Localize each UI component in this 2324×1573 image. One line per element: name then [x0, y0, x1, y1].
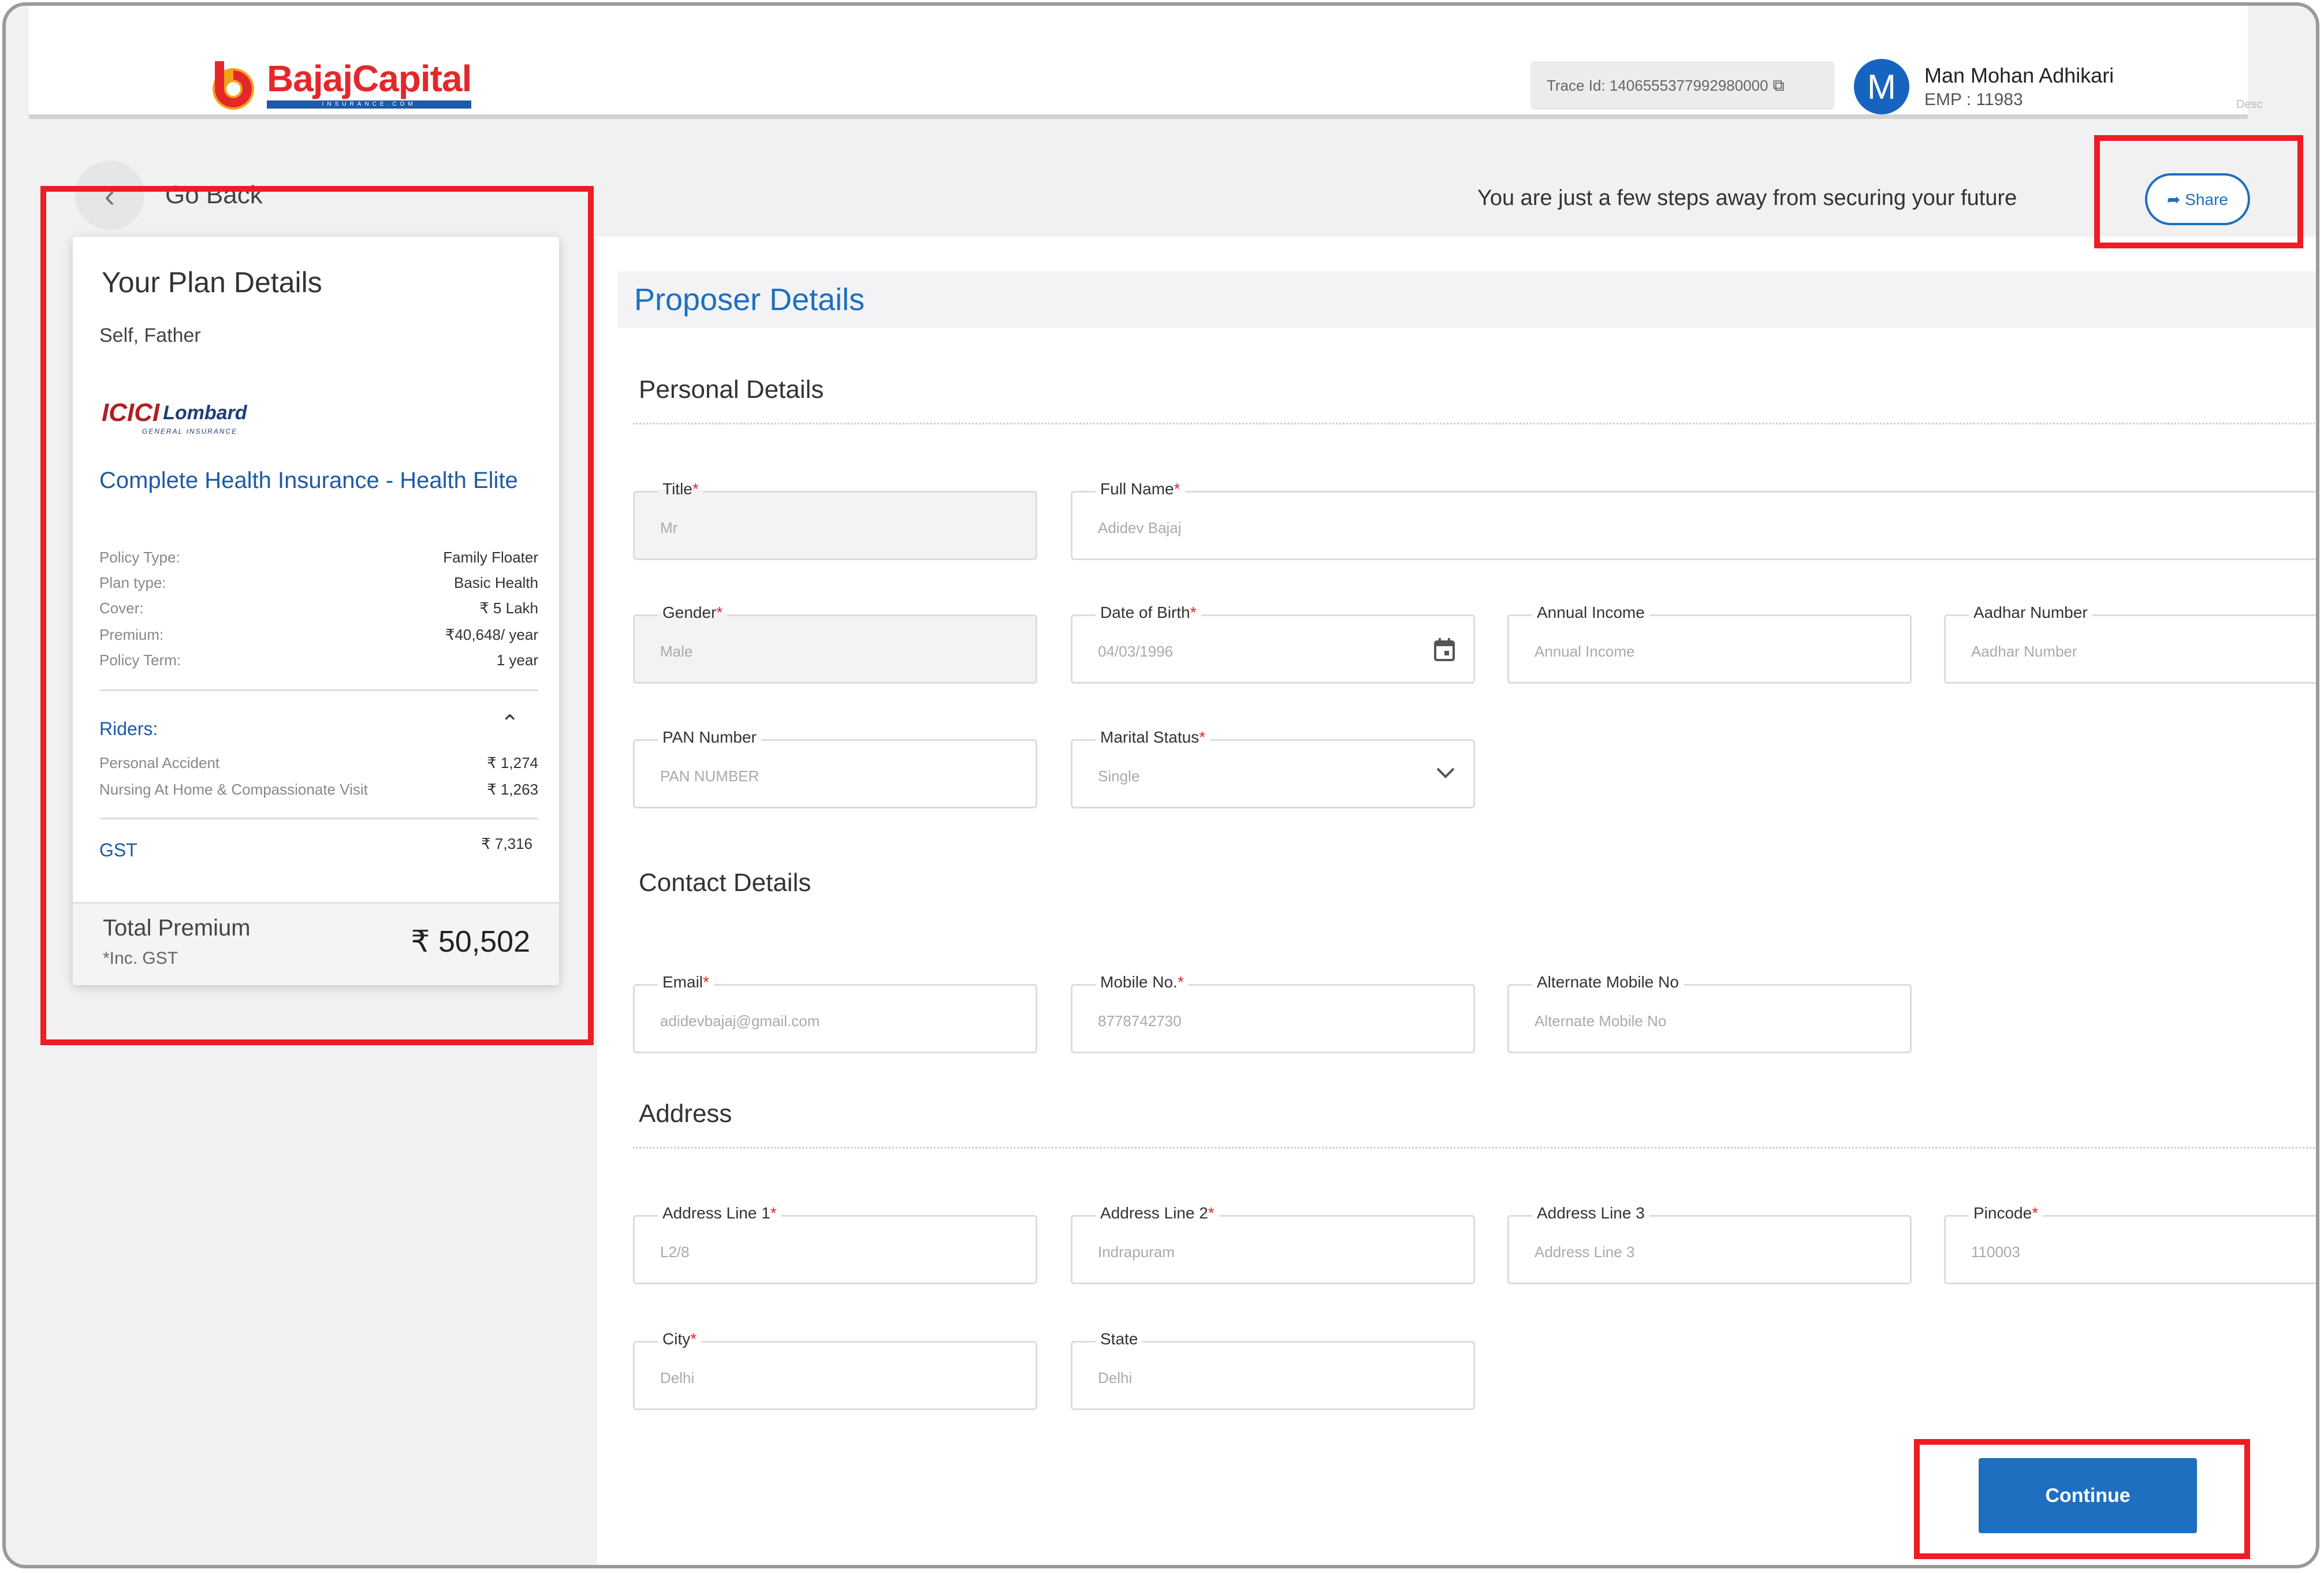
email-label: Email — [662, 973, 703, 991]
marital-status-value: Single — [1098, 767, 1140, 785]
dob-label: Date of Birth — [1100, 603, 1190, 621]
address-line-3-placeholder: Address Line 3 — [1535, 1243, 1635, 1261]
annual-income-field[interactable]: Annual Income Annual Income — [1507, 603, 1912, 684]
section-contact-details: Contact Details — [639, 868, 811, 897]
address-line-1-value: L2/8 — [660, 1243, 690, 1261]
avatar[interactable]: M — [1854, 59, 1909, 114]
state-label: State — [1096, 1330, 1143, 1348]
highlight-continue-button — [1914, 1439, 2250, 1559]
section-divider — [633, 1147, 2316, 1149]
address-line-2-label: Address Line 2 — [1100, 1204, 1208, 1222]
city-label: City — [662, 1330, 691, 1348]
highlight-share-button — [2094, 135, 2303, 248]
dob-field[interactable]: Date of Birth* 04/03/1996 — [1071, 603, 1475, 684]
city-value: Delhi — [660, 1369, 695, 1386]
address-line-3-field[interactable]: Address Line 3 Address Line 3 — [1507, 1204, 1912, 1284]
section-address: Address — [639, 1099, 732, 1128]
email-value: adidevbajaj@gmail.com — [660, 1012, 820, 1030]
header-right-hint: Desc — [2236, 98, 2263, 111]
address-line-2-value: Indrapuram — [1098, 1243, 1175, 1261]
top-header: BajajCapital INSURANCE.COM Trace Id: 140… — [29, 6, 2263, 119]
pincode-field[interactable]: Pincode* 110003 — [1944, 1204, 2316, 1284]
title-label: Title — [662, 480, 692, 498]
aadhar-placeholder: Aadhar Number — [1971, 643, 2077, 660]
annual-income-placeholder: Annual Income — [1535, 643, 1635, 660]
trace-id-badge[interactable]: Trace Id: 1406555377992980000 ⧉ — [1530, 61, 1834, 110]
title-value: Mr — [660, 519, 678, 536]
mobile-label: Mobile No. — [1100, 973, 1178, 991]
marital-status-select[interactable]: Marital Status* Single — [1071, 728, 1475, 808]
address-line-2-field[interactable]: Address Line 2* Indrapuram — [1071, 1204, 1475, 1284]
gender-label: Gender — [662, 603, 717, 621]
address-line-1-label: Address Line 1 — [662, 1204, 770, 1222]
state-field[interactable]: State Delhi — [1071, 1330, 1475, 1410]
app-frame: BajajCapital INSURANCE.COM Trace Id: 140… — [2, 2, 2319, 1568]
gender-field[interactable]: Gender* Male — [633, 603, 1037, 684]
steps-message: You are just a few steps away from secur… — [1477, 186, 2017, 210]
proposer-title: Proposer Details — [634, 282, 865, 317]
mobile-value: 8778742730 — [1098, 1012, 1182, 1030]
state-value: Delhi — [1098, 1369, 1133, 1386]
section-divider — [633, 423, 2316, 424]
proposer-header: Proposer Details — [618, 271, 2316, 328]
dob-value: 04/03/1996 — [1098, 643, 1174, 660]
mobile-field[interactable]: Mobile No.* 8778742730 — [1071, 973, 1475, 1053]
pincode-label: Pincode — [1973, 1204, 2032, 1222]
address-line-3-label: Address Line 3 — [1532, 1204, 1649, 1222]
pan-field[interactable]: PAN Number PAN NUMBER — [633, 728, 1037, 808]
brand-logo[interactable]: BajajCapital INSURANCE.COM — [198, 57, 472, 112]
calendar-icon[interactable] — [1433, 637, 1456, 668]
pan-placeholder: PAN NUMBER — [660, 767, 759, 785]
brand-tagline: INSURANCE.COM — [267, 100, 472, 109]
marital-status-label: Marital Status — [1100, 728, 1200, 746]
annual-income-label: Annual Income — [1532, 603, 1649, 622]
user-emp-id: EMP : 11983 — [1924, 90, 2023, 109]
copy-icon[interactable]: ⧉ — [1773, 76, 1785, 95]
full-name-label: Full Name — [1100, 480, 1174, 498]
city-field[interactable]: City* Delhi — [633, 1330, 1037, 1410]
brand-name: BajajCapital — [267, 58, 472, 99]
address-line-1-field[interactable]: Address Line 1* L2/8 — [633, 1204, 1037, 1284]
alt-mobile-placeholder: Alternate Mobile No — [1535, 1012, 1667, 1030]
alt-mobile-label: Alternate Mobile No — [1532, 973, 1684, 991]
section-personal-details: Personal Details — [639, 375, 824, 404]
highlight-plan-card — [40, 186, 594, 1045]
pan-label: PAN Number — [658, 728, 761, 747]
user-name: Man Mohan Adhikari — [1924, 64, 2114, 87]
gender-value: Male — [660, 643, 693, 660]
pincode-value: 110003 — [1971, 1243, 2020, 1261]
title-field[interactable]: Title* Mr — [633, 480, 1037, 560]
full-name-value: Adidev Bajaj — [1098, 519, 1182, 536]
trace-id-text: Trace Id: 1406555377992980000 — [1547, 76, 1768, 94]
aadhar-label: Aadhar Number — [1969, 603, 2092, 622]
brand-logo-icon — [213, 61, 254, 110]
chevron-down-icon[interactable] — [1435, 762, 1456, 791]
alt-mobile-field[interactable]: Alternate Mobile No Alternate Mobile No — [1507, 973, 1912, 1053]
proposer-form-panel: Proposer Details Personal Details Title*… — [597, 237, 2316, 1565]
aadhar-field[interactable]: Aadhar Number Aadhar Number — [1944, 603, 2316, 684]
full-name-field[interactable]: Full Name* Adidev Bajaj — [1071, 480, 2316, 560]
email-field[interactable]: Email* adidevbajaj@gmail.com — [633, 973, 1037, 1053]
